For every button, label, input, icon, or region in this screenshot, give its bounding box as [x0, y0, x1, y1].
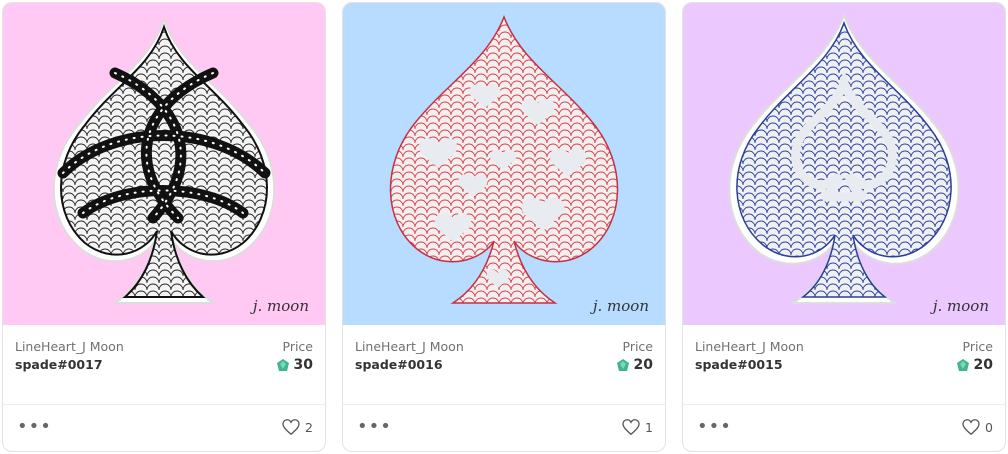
price-label: Price: [282, 339, 314, 354]
klay-coin-icon: [616, 359, 629, 371]
price: 30: [276, 357, 313, 373]
more-dots-icon[interactable]: •••: [697, 418, 732, 436]
artwork-image[interactable]: j. moon: [343, 3, 665, 325]
artist-signature: j. moon: [252, 297, 309, 315]
more-dots-icon[interactable]: •••: [357, 418, 392, 436]
price-value: 20: [633, 357, 653, 373]
item-title[interactable]: spade#0016: [355, 357, 443, 372]
likes-count: 0: [985, 419, 993, 435]
artist-name[interactable]: LineHeart_J Moon: [695, 339, 804, 354]
price-value: 20: [973, 357, 993, 373]
heart-icon: [962, 419, 980, 435]
artwork-image[interactable]: j. moon: [683, 3, 1005, 325]
item-title[interactable]: spade#0017: [15, 357, 103, 372]
like-button[interactable]: 1: [622, 419, 653, 435]
price-label: Price: [962, 339, 994, 354]
card-info: LineHeart_J Moon spade#0017 Price 30: [3, 325, 325, 405]
nft-card-grid: j. moon LineHeart_J Moon spade#0017 Pric…: [0, 0, 1008, 454]
like-button[interactable]: 0: [962, 419, 993, 435]
heart-icon: [282, 419, 300, 435]
nft-card[interactable]: j. moon LineHeart_J Moon spade#0016 Pric…: [342, 2, 666, 452]
nft-card[interactable]: j. moon LineHeart_J Moon spade#0017 Pric…: [2, 2, 326, 452]
artist-signature: j. moon: [592, 297, 649, 315]
artist-signature: j. moon: [932, 297, 989, 315]
artwork-image[interactable]: j. moon: [3, 3, 325, 325]
likes-count: 1: [645, 419, 653, 435]
spade-artwork: [389, 14, 619, 304]
card-info: LineHeart_J Moon spade#0015 Price 20: [683, 325, 1005, 405]
klay-coin-icon: [276, 359, 289, 371]
card-footer: ••• 0: [683, 405, 1005, 451]
nft-card[interactable]: j. moon LineHeart_J Moon spade#0015 Pric…: [682, 2, 1006, 452]
spade-artwork: [52, 15, 276, 304]
like-button[interactable]: 2: [282, 419, 313, 435]
card-footer: ••• 1: [343, 405, 665, 451]
price: 20: [616, 357, 653, 373]
card-info: LineHeart_J Moon spade#0016 Price 20: [343, 325, 665, 405]
price: 20: [956, 357, 993, 373]
likes-count: 2: [305, 419, 313, 435]
card-footer: ••• 2: [3, 405, 325, 451]
price-value: 30: [293, 357, 313, 373]
artist-name[interactable]: LineHeart_J Moon: [15, 339, 124, 354]
item-title[interactable]: spade#0015: [695, 357, 783, 372]
klay-coin-icon: [956, 359, 969, 371]
spade-artwork: [728, 12, 960, 304]
artist-name[interactable]: LineHeart_J Moon: [355, 339, 464, 354]
price-label: Price: [622, 339, 654, 354]
heart-icon: [622, 419, 640, 435]
more-dots-icon[interactable]: •••: [17, 418, 52, 436]
